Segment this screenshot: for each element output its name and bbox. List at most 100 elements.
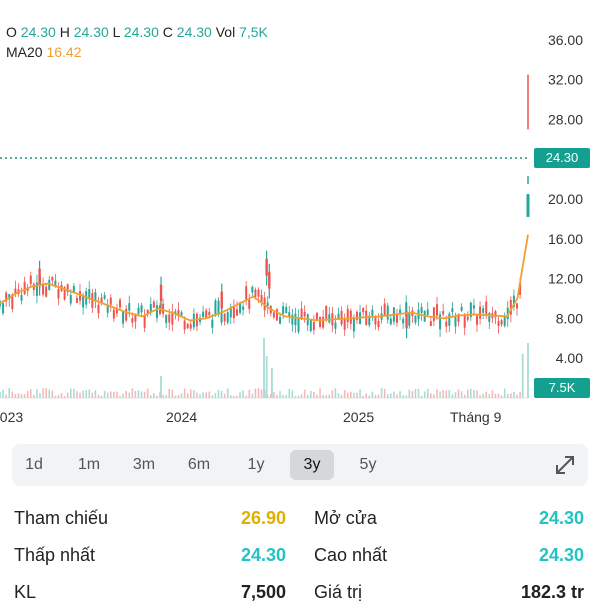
- volume-bar: [106, 392, 109, 398]
- volume-bar: [368, 395, 371, 398]
- current-price-tag: 24.30: [534, 148, 590, 168]
- volume-bar: [143, 391, 146, 398]
- volume-bar: [196, 392, 198, 398]
- volume-bar: [463, 394, 466, 398]
- volume-bar: [230, 395, 232, 398]
- price-chart[interactable]: 36.0032.0028.0024.0020.0016.0012.008.004…: [0, 0, 600, 440]
- volume-bar: [177, 394, 180, 398]
- volume-bar: [494, 393, 497, 398]
- candle-body: [189, 324, 192, 329]
- volume-bar: [223, 394, 226, 398]
- x-tick-label: Tháng 9: [450, 409, 502, 425]
- price-tick-label: 20.00: [548, 191, 583, 207]
- range-3y[interactable]: 3y: [290, 450, 334, 480]
- candle-body: [245, 286, 248, 300]
- volume-bar: [85, 390, 87, 398]
- volume-bar: [454, 392, 457, 398]
- candle-body: [448, 313, 451, 326]
- volume-bar: [316, 394, 318, 398]
- candle-body: [205, 310, 208, 319]
- volume-bar: [334, 388, 337, 398]
- volume-bar: [276, 394, 278, 398]
- candle-body: [408, 312, 411, 326]
- candle-body: [248, 300, 251, 310]
- volume-bar: [430, 393, 432, 398]
- candle-body: [88, 289, 91, 299]
- volume-bar: [149, 395, 152, 398]
- volume-bar: [202, 392, 204, 398]
- volume-bar: [76, 391, 78, 398]
- candle-body: [319, 316, 322, 327]
- volume-bar: [356, 392, 358, 398]
- candle-body: [325, 305, 328, 319]
- volume-bar: [214, 392, 217, 398]
- candle-body: [275, 309, 278, 321]
- candle-body: [349, 310, 352, 324]
- high-stat-label: Cao nhất: [314, 545, 388, 565]
- candle-body: [29, 275, 32, 284]
- candle-body: [362, 307, 365, 313]
- expand-icon[interactable]: [552, 452, 578, 478]
- volume-bar: [97, 394, 100, 398]
- open-stat-value: 24.30: [538, 508, 584, 528]
- price-tick-label: 32.00: [548, 72, 583, 88]
- volume-bar: [346, 392, 349, 398]
- candle-body: [2, 303, 5, 314]
- volume-bar: [146, 388, 149, 398]
- volume-bar: [239, 392, 241, 398]
- volume-bar: [220, 390, 223, 398]
- volume-bar: [193, 390, 195, 398]
- range-6m[interactable]: 6m: [177, 450, 221, 480]
- close-value: 24.30: [176, 24, 212, 40]
- volume-bar: [510, 393, 512, 398]
- volume-bar: [160, 376, 162, 398]
- range-1m[interactable]: 1m: [67, 450, 111, 480]
- volume-bar: [365, 393, 368, 398]
- candle-body: [377, 320, 380, 328]
- price-tick-label: 8.00: [556, 310, 583, 326]
- volume-bar: [265, 356, 268, 398]
- range-selector: 1d 1m 3m 6m 1y 3y 5y: [12, 444, 588, 486]
- volume-bar: [337, 393, 340, 398]
- volume-bar: [205, 392, 207, 398]
- volume-bar: [128, 392, 131, 398]
- volume-bar: [48, 389, 51, 398]
- volume-bar: [88, 389, 91, 398]
- candle-body: [257, 289, 260, 297]
- volume-bar: [451, 394, 454, 398]
- candle-body: [451, 308, 454, 313]
- range-1y[interactable]: 1y: [234, 450, 278, 480]
- volume-bar: [402, 395, 404, 398]
- volume-bar: [245, 395, 247, 398]
- volume-bar: [340, 394, 343, 398]
- volume-bar: [279, 391, 281, 398]
- volume-bar: [73, 388, 75, 398]
- candle-body: [312, 322, 315, 331]
- volume-bar: [174, 395, 177, 398]
- candle-body: [439, 314, 442, 330]
- volume-bar: [8, 388, 11, 398]
- volume-bar: [359, 389, 361, 398]
- volume-bar: [408, 389, 411, 398]
- x-tick-label: 2024: [166, 409, 197, 425]
- volume-bar: [479, 395, 481, 398]
- volume-bar: [473, 389, 475, 398]
- volume-bar: [69, 388, 72, 398]
- volume-bar: [500, 395, 503, 398]
- volume-bar: [303, 389, 306, 398]
- range-3m[interactable]: 3m: [122, 450, 166, 480]
- volume-bar: [383, 388, 386, 398]
- volume-bar: [297, 395, 300, 398]
- candle-body: [140, 305, 143, 313]
- volume-bar: [183, 388, 186, 398]
- candle-body: [279, 316, 282, 324]
- x-tick-label: 2023: [0, 409, 23, 425]
- candle-body: [442, 311, 445, 315]
- range-5y[interactable]: 5y: [346, 450, 390, 480]
- candle-body: [155, 305, 158, 318]
- volume-bar: [405, 395, 408, 398]
- candle-body: [103, 295, 106, 299]
- range-1d[interactable]: 1d: [12, 450, 56, 480]
- volume-bar: [14, 394, 17, 398]
- volume-bar: [506, 394, 509, 398]
